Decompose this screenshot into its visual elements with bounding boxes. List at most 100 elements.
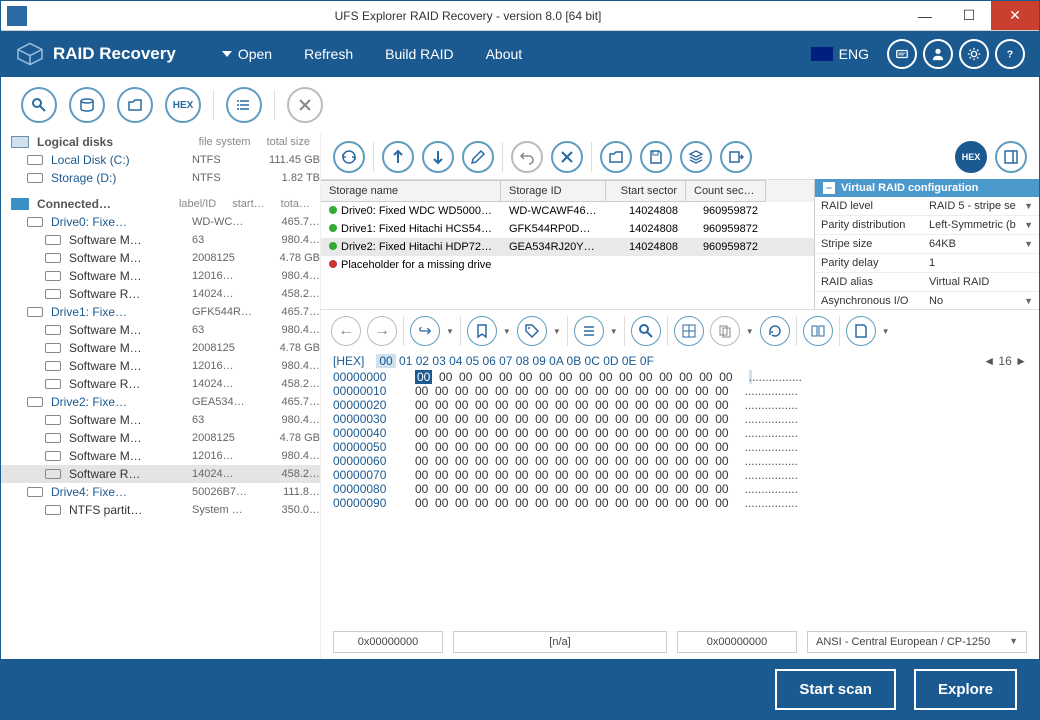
reload-icon[interactable] bbox=[760, 316, 790, 346]
drive-icon bbox=[27, 173, 43, 183]
sidebar-partition-item[interactable]: Software R…14024…458.2… bbox=[1, 285, 320, 303]
hex-toolbar: ← → ↪ ▼ ▼ ▼ ▼ ▼ ▼ bbox=[321, 309, 1039, 352]
hex-row[interactable]: 0000003000 00 00 00 00 00 00 00 00 00 00… bbox=[333, 412, 1027, 426]
explore-button[interactable]: Explore bbox=[914, 669, 1017, 710]
storage-row[interactable]: Drive1: Fixed Hitachi HCS5450…GFK544RP0D… bbox=[321, 220, 814, 238]
move-down-icon[interactable] bbox=[422, 141, 454, 173]
close-panel-icon[interactable] bbox=[287, 87, 323, 123]
nav-refresh[interactable]: Refresh bbox=[288, 46, 369, 62]
raid-config-row[interactable]: RAID aliasVirtual RAID bbox=[815, 273, 1039, 292]
titlebar: UFS Explorer RAID Recovery - version 8.0… bbox=[1, 1, 1039, 31]
sidebar-logical-item[interactable]: Local Disk (C:)NTFS111.45 GB bbox=[1, 151, 320, 169]
sidebar-logical-item[interactable]: Storage (D:)NTFS1.82 TB bbox=[1, 169, 320, 187]
sidebar-drive-item[interactable]: Drive4: Fixe…50026B7…111.8… bbox=[1, 483, 320, 501]
hex-viewer[interactable]: [HEX]00 01 02 03 04 05 06 07 08 09 0A 0B… bbox=[321, 352, 1039, 625]
sidebar-drive-item[interactable]: Drive2: Fixe…GEA534…465.7… bbox=[1, 393, 320, 411]
sidebar-partition-item[interactable]: Software M…63980.4… bbox=[1, 411, 320, 429]
undo-icon[interactable] bbox=[511, 141, 543, 173]
hex-selection: [n/a] bbox=[453, 631, 667, 653]
sidebar-partition-item[interactable]: Software M…20081254.78 GB bbox=[1, 339, 320, 357]
open-folder-icon[interactable] bbox=[600, 141, 632, 173]
search-icon[interactable] bbox=[21, 87, 57, 123]
raid-config-row[interactable]: Parity distributionLeft-Symmetric (b▼ bbox=[815, 216, 1039, 235]
back-icon[interactable]: ← bbox=[331, 316, 361, 346]
sidebar-partition-item[interactable]: Software M…20081254.78 GB bbox=[1, 249, 320, 267]
sidebar-partition-item[interactable]: Software M…63980.4… bbox=[1, 321, 320, 339]
user-button[interactable] bbox=[923, 39, 953, 69]
hex-row[interactable]: 0000004000 00 00 00 00 00 00 00 00 00 00… bbox=[333, 426, 1027, 440]
remove-icon[interactable] bbox=[551, 141, 583, 173]
hex-offset: 0x00000000 bbox=[333, 631, 443, 653]
nav-build-raid[interactable]: Build RAID bbox=[369, 46, 469, 62]
raid-config-row[interactable]: RAID levelRAID 5 - stripe se▼ bbox=[815, 197, 1039, 216]
hex-row[interactable]: 0000005000 00 00 00 00 00 00 00 00 00 00… bbox=[333, 440, 1027, 454]
fields-icon[interactable] bbox=[574, 316, 604, 346]
raid-config-row[interactable]: Parity delay1 bbox=[815, 254, 1039, 273]
col-storage-id[interactable]: Storage ID bbox=[501, 180, 606, 202]
goto-icon[interactable]: ↪ bbox=[410, 316, 440, 346]
hex-row[interactable]: 0000008000 00 00 00 00 00 00 00 00 00 00… bbox=[333, 482, 1027, 496]
save-icon[interactable] bbox=[640, 141, 672, 173]
storage-row[interactable]: Placeholder for a missing drive bbox=[321, 256, 814, 274]
save-hex-icon[interactable] bbox=[846, 316, 876, 346]
hex-row[interactable]: 0000007000 00 00 00 00 00 00 00 00 00 00… bbox=[333, 468, 1027, 482]
hex-row[interactable]: 0000001000 00 00 00 00 00 00 00 00 00 00… bbox=[333, 384, 1027, 398]
export-icon[interactable] bbox=[720, 141, 752, 173]
layers-icon[interactable] bbox=[680, 141, 712, 173]
hex-row[interactable]: 0000009000 00 00 00 00 00 00 00 00 00 00… bbox=[333, 496, 1027, 510]
open-image-icon[interactable] bbox=[117, 87, 153, 123]
nav-about[interactable]: About bbox=[470, 46, 539, 62]
sidebar-partition-item[interactable]: Software M…12016…980.4… bbox=[1, 357, 320, 375]
copy-icon[interactable] bbox=[710, 316, 740, 346]
settings-button[interactable] bbox=[959, 39, 989, 69]
start-scan-button[interactable]: Start scan bbox=[775, 669, 896, 710]
collapse-icon[interactable]: – bbox=[823, 182, 835, 194]
hex-row[interactable]: 0000000000 00 00 00 00 00 00 00 00 00 00… bbox=[333, 370, 1027, 384]
partition-icon bbox=[45, 361, 61, 371]
language-selector[interactable]: ENG bbox=[811, 46, 869, 62]
hex-row[interactable]: 0000006000 00 00 00 00 00 00 00 00 00 00… bbox=[333, 454, 1027, 468]
help-button[interactable]: ? bbox=[995, 39, 1025, 69]
sidebar: Logical disks file systemtotal size Loca… bbox=[1, 133, 321, 659]
sidebar-partition-item[interactable]: Software M…63980.4… bbox=[1, 231, 320, 249]
minimize-button[interactable]: — bbox=[903, 1, 947, 30]
hex-row[interactable]: 0000002000 00 00 00 00 00 00 00 00 00 00… bbox=[333, 398, 1027, 412]
sidebar-drive-item[interactable]: Drive0: Fixe…WD-WC…465.7… bbox=[1, 213, 320, 231]
nav-open[interactable]: Open bbox=[206, 46, 288, 62]
move-up-icon[interactable] bbox=[382, 141, 414, 173]
raid-config-row[interactable]: Asynchronous I/ONo▼ bbox=[815, 292, 1039, 309]
sidebar-partition-item[interactable]: NTFS partit…System …350.0… bbox=[1, 501, 320, 519]
storage-row[interactable]: Drive2: Fixed Hitachi HDP7250…GEA534RJ20… bbox=[321, 238, 814, 256]
license-button[interactable] bbox=[887, 39, 917, 69]
sidebar-drive-item[interactable]: Drive1: Fixe…GFK544R…465.7… bbox=[1, 303, 320, 321]
col-storage-name[interactable]: Storage name bbox=[321, 180, 501, 202]
search-hex-icon[interactable] bbox=[631, 316, 661, 346]
maximize-button[interactable]: ☐ bbox=[947, 1, 991, 30]
sidebar-partition-item[interactable]: Software M…12016…980.4… bbox=[1, 447, 320, 465]
hex-view-icon[interactable]: HEX bbox=[955, 141, 987, 173]
edit-icon[interactable] bbox=[462, 141, 494, 173]
raid-config-row[interactable]: Stripe size64KB▼ bbox=[815, 235, 1039, 254]
sidebar-partition-item[interactable]: Software M…12016…980.4… bbox=[1, 267, 320, 285]
panel-toggle-icon[interactable] bbox=[995, 141, 1027, 173]
forward-icon[interactable]: → bbox=[367, 316, 397, 346]
raid-toolbar: HEX bbox=[321, 133, 1039, 179]
close-button[interactable]: ✕ bbox=[991, 1, 1039, 30]
sidebar-partition-item[interactable]: Software R…14024…458.2… bbox=[1, 375, 320, 393]
scan-disks-icon[interactable] bbox=[69, 87, 105, 123]
compare-icon[interactable] bbox=[803, 316, 833, 346]
sidebar-partition-item[interactable]: Software R…14024…458.2… bbox=[1, 465, 320, 483]
hex-icon[interactable]: HEX bbox=[165, 87, 201, 123]
partition-icon bbox=[45, 235, 61, 245]
list-view-icon[interactable] bbox=[226, 87, 262, 123]
storage-row[interactable]: Drive0: Fixed WDC WD5000A…WD-WCAWF46…140… bbox=[321, 202, 814, 220]
grid-icon[interactable] bbox=[674, 316, 704, 346]
hex-encoding[interactable]: ANSI - Central European / CP-1250▼ bbox=[807, 631, 1027, 653]
sidebar-partition-item[interactable]: Software M…20081254.78 GB bbox=[1, 429, 320, 447]
col-start-sector[interactable]: Start sector bbox=[606, 180, 686, 202]
col-count-sectors[interactable]: Count sect… bbox=[686, 180, 766, 202]
auto-detect-icon[interactable] bbox=[333, 141, 365, 173]
tag-icon[interactable] bbox=[517, 316, 547, 346]
brand-text: RAID Recovery bbox=[53, 44, 176, 64]
bookmark-icon[interactable] bbox=[467, 316, 497, 346]
